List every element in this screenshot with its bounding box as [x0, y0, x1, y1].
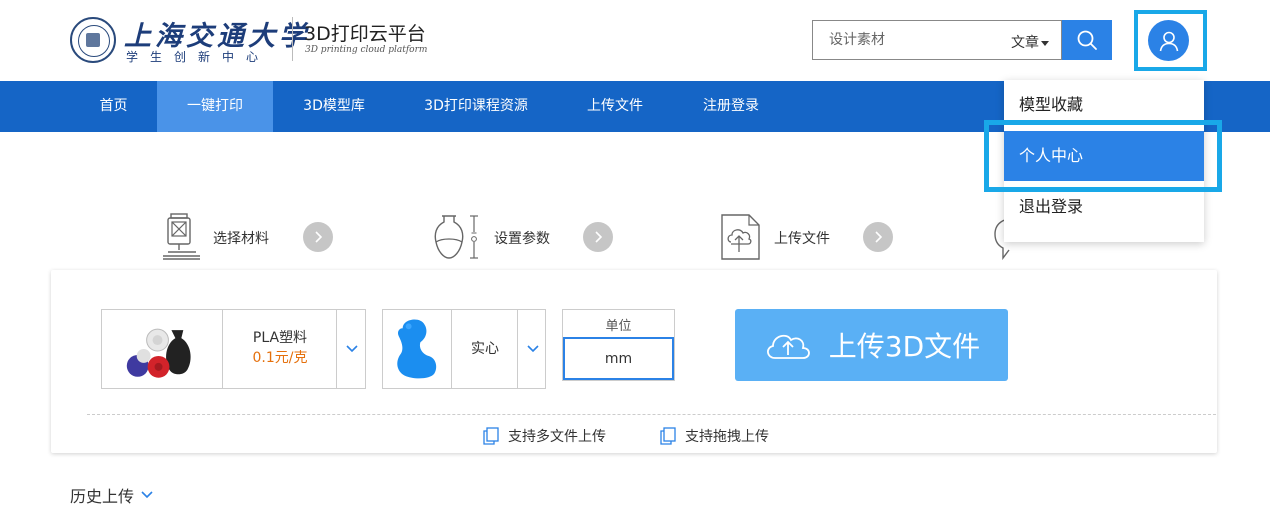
unit-input[interactable] — [563, 337, 674, 380]
step-label-select-material: 选择材料 — [213, 231, 269, 247]
unit-label: 单位 — [605, 319, 632, 334]
chevron-right-icon — [875, 231, 883, 243]
step-label-upload-file: 上传文件 — [774, 231, 830, 247]
nav-item-model-library[interactable]: 3D模型库 — [273, 81, 395, 132]
cloud-upload-icon — [766, 334, 810, 359]
header: 上海交通大学 学生创新中心 3D打印云平台 3D printing cloud … — [0, 0, 1270, 81]
material-name: PLA塑料 — [252, 330, 308, 346]
feature-drag-upload: 支持拖拽上传 — [659, 426, 769, 446]
nav-item-register-login[interactable]: 注册登录 — [673, 81, 789, 132]
chevron-right-icon — [595, 231, 603, 243]
history-upload-toggle[interactable]: 历史上传 — [70, 483, 154, 507]
search-type-select[interactable]: 文章 — [1011, 32, 1049, 52]
user-avatar-button[interactable] — [1148, 20, 1189, 61]
menu-item-personal-center[interactable]: 个人中心 — [1004, 131, 1204, 181]
step-label-set-parameters: 设置参数 — [494, 231, 550, 247]
chevron-down-icon — [345, 345, 358, 353]
caret-down-icon — [1041, 40, 1049, 46]
user-icon — [1159, 31, 1178, 51]
copy-files-icon — [483, 427, 499, 445]
upload-3d-file-button[interactable]: 上传3D文件 — [735, 309, 1008, 381]
fill-name: 实心 — [471, 341, 499, 357]
feature-label: 支持多文件上传 — [508, 429, 606, 445]
platform-title[interactable]: 3D打印云平台 — [304, 19, 426, 46]
nav-item-one-click-print[interactable]: 一键打印 — [157, 81, 273, 132]
step-arrow-1 — [303, 222, 333, 252]
step-arrow-3 — [863, 222, 893, 252]
menu-item-logout[interactable]: 退出登录 — [1004, 182, 1204, 232]
nav-item-upload-file[interactable]: 上传文件 — [557, 81, 673, 132]
menu-item-model-favorites[interactable]: 模型收藏 — [1004, 80, 1204, 130]
logo-divider — [292, 17, 293, 61]
feature-multi-file-upload: 支持多文件上传 — [482, 426, 606, 446]
printer-icon — [163, 213, 200, 260]
fill-select[interactable]: 实心 — [382, 309, 546, 389]
material-dropdown-toggle[interactable] — [336, 310, 366, 388]
chevron-right-icon — [315, 231, 323, 243]
card-divider — [87, 414, 1216, 415]
cloud-upload-file-icon — [721, 214, 760, 260]
material-select[interactable]: PLA塑料 0.1元/克 — [101, 309, 366, 389]
feature-label: 支持拖拽上传 — [685, 429, 769, 445]
fill-solid-preview-image — [397, 310, 452, 388]
search-icon — [1077, 30, 1097, 50]
user-dropdown-menu: 模型收藏 个人中心 退出登录 — [1004, 80, 1204, 242]
nav-item-course-resources[interactable]: 3D打印课程资源 — [395, 81, 557, 132]
search-box: 文章 — [812, 20, 1062, 60]
material-sample-image — [126, 310, 223, 388]
history-label: 历史上传 — [70, 487, 135, 506]
platform-english-title: 3D printing cloud platform — [305, 45, 428, 55]
vase-dimension-icon — [434, 215, 478, 259]
logo-subtitle: 学生创新中心 — [126, 50, 271, 64]
step-arrow-2 — [583, 222, 613, 252]
unit-field: 单位 — [562, 309, 675, 381]
university-seal-logo[interactable] — [70, 17, 116, 63]
nav-item-home[interactable]: 首页 — [70, 81, 157, 132]
chevron-down-icon — [526, 345, 539, 353]
copy-files-icon — [660, 427, 676, 445]
upload-button-label: 上传3D文件 — [828, 330, 981, 363]
search-type-label: 文章 — [1011, 35, 1039, 51]
material-price: 0.1元/克 — [252, 350, 308, 366]
search-input[interactable] — [813, 21, 1003, 59]
search-button[interactable] — [1062, 20, 1112, 60]
chevron-down-icon — [141, 491, 153, 499]
fill-dropdown-toggle[interactable] — [517, 310, 547, 388]
